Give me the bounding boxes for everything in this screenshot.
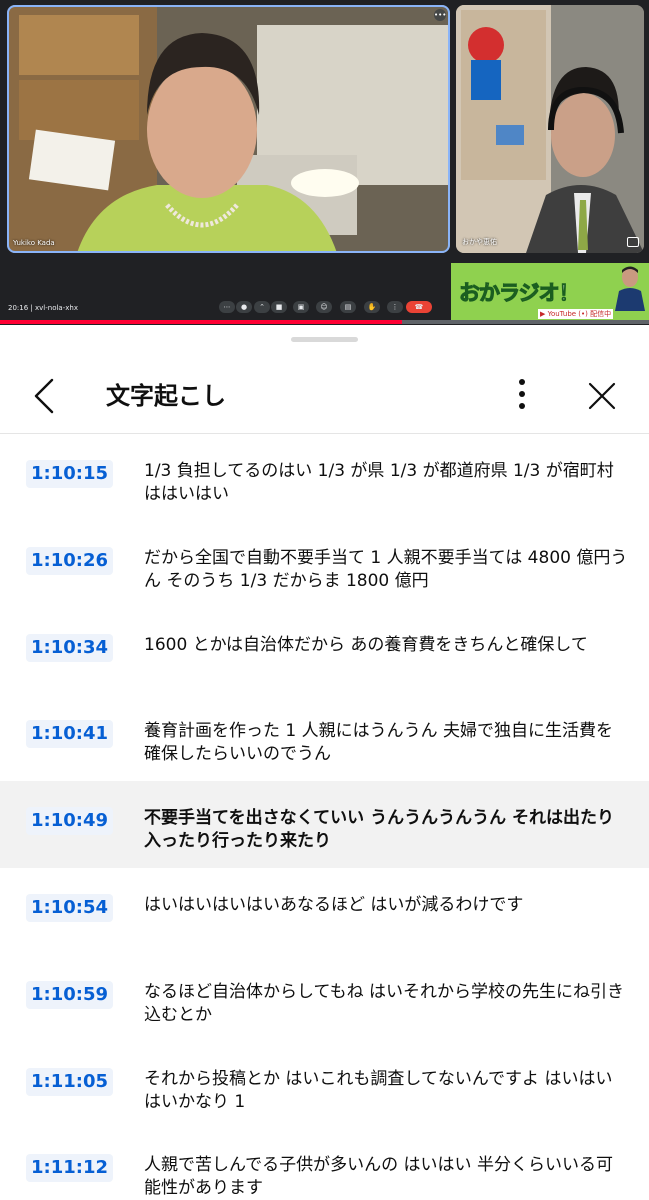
segment-timestamp[interactable]: 1:11:05: [26, 1067, 114, 1096]
transcript-segment[interactable]: 1:11:05 それから投稿とか はいこれも調査してないんですよ はいはいはいかな…: [0, 1042, 649, 1129]
segment-text: 養育計画を作った 1 人親にはうんうん 夫婦で独自に生活費を確保したらいいのでう…: [144, 721, 614, 765]
video-progress-bar[interactable]: [0, 320, 649, 324]
chevron-left-icon: [34, 378, 54, 414]
meet-clock-and-code: 20:16 | xvl-nola-xhx: [8, 304, 78, 312]
video-progress-fill: [0, 320, 403, 324]
transcript-panel: 文字起こし 1:10:15 1/3 負担してるのはい 1/3 が県 1/3 が都道…: [0, 325, 649, 1200]
raise-hand-icon[interactable]: ✋: [364, 301, 380, 313]
more-menu-button[interactable]: [509, 374, 535, 418]
segment-timestamp[interactable]: 1:10:26: [26, 546, 114, 575]
segment-text: 1/3 負担してるのはい 1/3 が県 1/3 が都道府県 1/3 が宿町村はは…: [144, 461, 614, 504]
segment-text: 人親で苦しんでる子供が多いんの はいはい 半分くらいいる可能性があります: [144, 1155, 613, 1199]
segment-text: 不要手当てを出さなくていい うんうんうんうん それは出たり入ったり行ったり来たり: [144, 808, 614, 852]
transcript-header: 文字起こし: [0, 360, 649, 433]
participant-video-side: [456, 5, 644, 253]
segment-timestamp[interactable]: 1:10:41: [26, 720, 114, 749]
present-icon[interactable]: ▣: [293, 301, 309, 313]
segment-timestamp[interactable]: 1:10:49: [26, 807, 114, 836]
participant-name-main: Yukiko Kada: [13, 239, 55, 247]
meeting-code: xvl-nola-xhx: [35, 304, 78, 312]
video-player[interactable]: ••• Yukiko Kada おかや恵佑 20:16 | xvl-nola-x…: [0, 0, 649, 325]
segment-text: それから投稿とか はいこれも調査してないんですよ はいはいはいかなり 1: [144, 1068, 613, 1112]
segment-text: はいはいはいはいあなるほど はいが減るわけです: [144, 894, 524, 915]
transcript-segment[interactable]: 1:10:26 だから全国で自動不要手当て 1 人親不要手当ては 4800 億円う…: [0, 521, 649, 608]
segment-text: だから全国で自動不要手当て 1 人親不要手当ては 4800 億円うん そのうち …: [144, 547, 628, 591]
close-icon: [588, 382, 616, 410]
transcript-title: 文字起こし: [106, 382, 226, 410]
banner-title: おかラジオ！: [459, 281, 581, 306]
segment-text: 1600 とかは自治体だから あの養育費をきちんと確保して: [144, 634, 588, 655]
participant-video-main: [7, 5, 450, 253]
pin-icon[interactable]: [627, 237, 639, 247]
camera-icon[interactable]: ■: [271, 301, 287, 313]
mic-icon[interactable]: ●: [236, 301, 252, 313]
captions-icon[interactable]: ▤: [340, 301, 356, 313]
drag-handle[interactable]: [291, 337, 358, 342]
transcript-segment[interactable]: 1:10:49 不要手当てを出さなくていい うんうんうんうん それは出たり入ったり…: [0, 781, 649, 868]
transcript-segment[interactable]: 1:10:54 はいはいはいはいあなるほど はいが減るわけです: [0, 868, 649, 955]
transcript-segment[interactable]: 1:10:15 1/3 負担してるのはい 1/3 が県 1/3 が都道府県 1/3…: [0, 434, 649, 521]
segment-timestamp[interactable]: 1:11:12: [26, 1154, 114, 1183]
back-button[interactable]: [22, 374, 66, 418]
meet-toolbar: 20:16 | xvl-nola-xhx ⋯ ● ⌃ ■ ▣ ☺ ▤ ✋ ⋮ ☎: [0, 292, 449, 322]
segment-timestamp[interactable]: 1:10:54: [26, 893, 114, 922]
more-vert-icon: [519, 379, 525, 409]
transcript-segment[interactable]: 1:10:59 なるほど自治体からしてもね はいそれから学校の先生にね引き込むとか: [0, 955, 649, 1042]
emoji-icon[interactable]: ☺: [316, 301, 332, 313]
segment-timestamp[interactable]: 1:10:15: [26, 460, 114, 488]
transcript-list: 1:10:15 1/3 負担してるのはい 1/3 が県 1/3 が都道府県 1/3…: [0, 434, 649, 1200]
participant-tile-main[interactable]: ••• Yukiko Kada: [7, 5, 450, 253]
segment-timestamp[interactable]: 1:10:59: [26, 980, 114, 1009]
more-options-icon[interactable]: ⋯: [219, 301, 235, 313]
call-end-icon[interactable]: ☎: [406, 301, 432, 313]
transcript-segment[interactable]: 1:11:12 人親で苦しんでる子供が多いんの はいはい 半分くらいいる可能性があ…: [0, 1128, 649, 1200]
transcript-segment[interactable]: 1:10:41 養育計画を作った 1 人親にはうんうん 夫婦で独自に生活費を確保し…: [0, 694, 649, 781]
participant-tile-side[interactable]: おかや恵佑: [456, 5, 644, 253]
segment-timestamp[interactable]: 1:10:34: [26, 633, 114, 662]
more-vert-icon[interactable]: ⋮: [387, 301, 403, 313]
segment-text: なるほど自治体からしてもね はいそれから学校の先生にね引き込むとか: [144, 981, 625, 1025]
meet-clock: 20:16: [8, 304, 29, 312]
okaradio-banner: おかラジオ！ ▶ YouTube (•) 配信中: [451, 263, 649, 322]
tile-more-icon[interactable]: •••: [434, 9, 446, 21]
banner-subtitle: ▶ YouTube (•) 配信中: [538, 309, 614, 319]
transcript-segment[interactable]: 1:10:34 1600 とかは自治体だから あの養育費をきちんと確保して: [0, 608, 649, 695]
participant-name-side: おかや恵佑: [462, 238, 497, 246]
banner-portrait: [615, 266, 645, 311]
close-button[interactable]: [580, 374, 624, 418]
chevron-up-icon[interactable]: ⌃: [254, 301, 270, 313]
